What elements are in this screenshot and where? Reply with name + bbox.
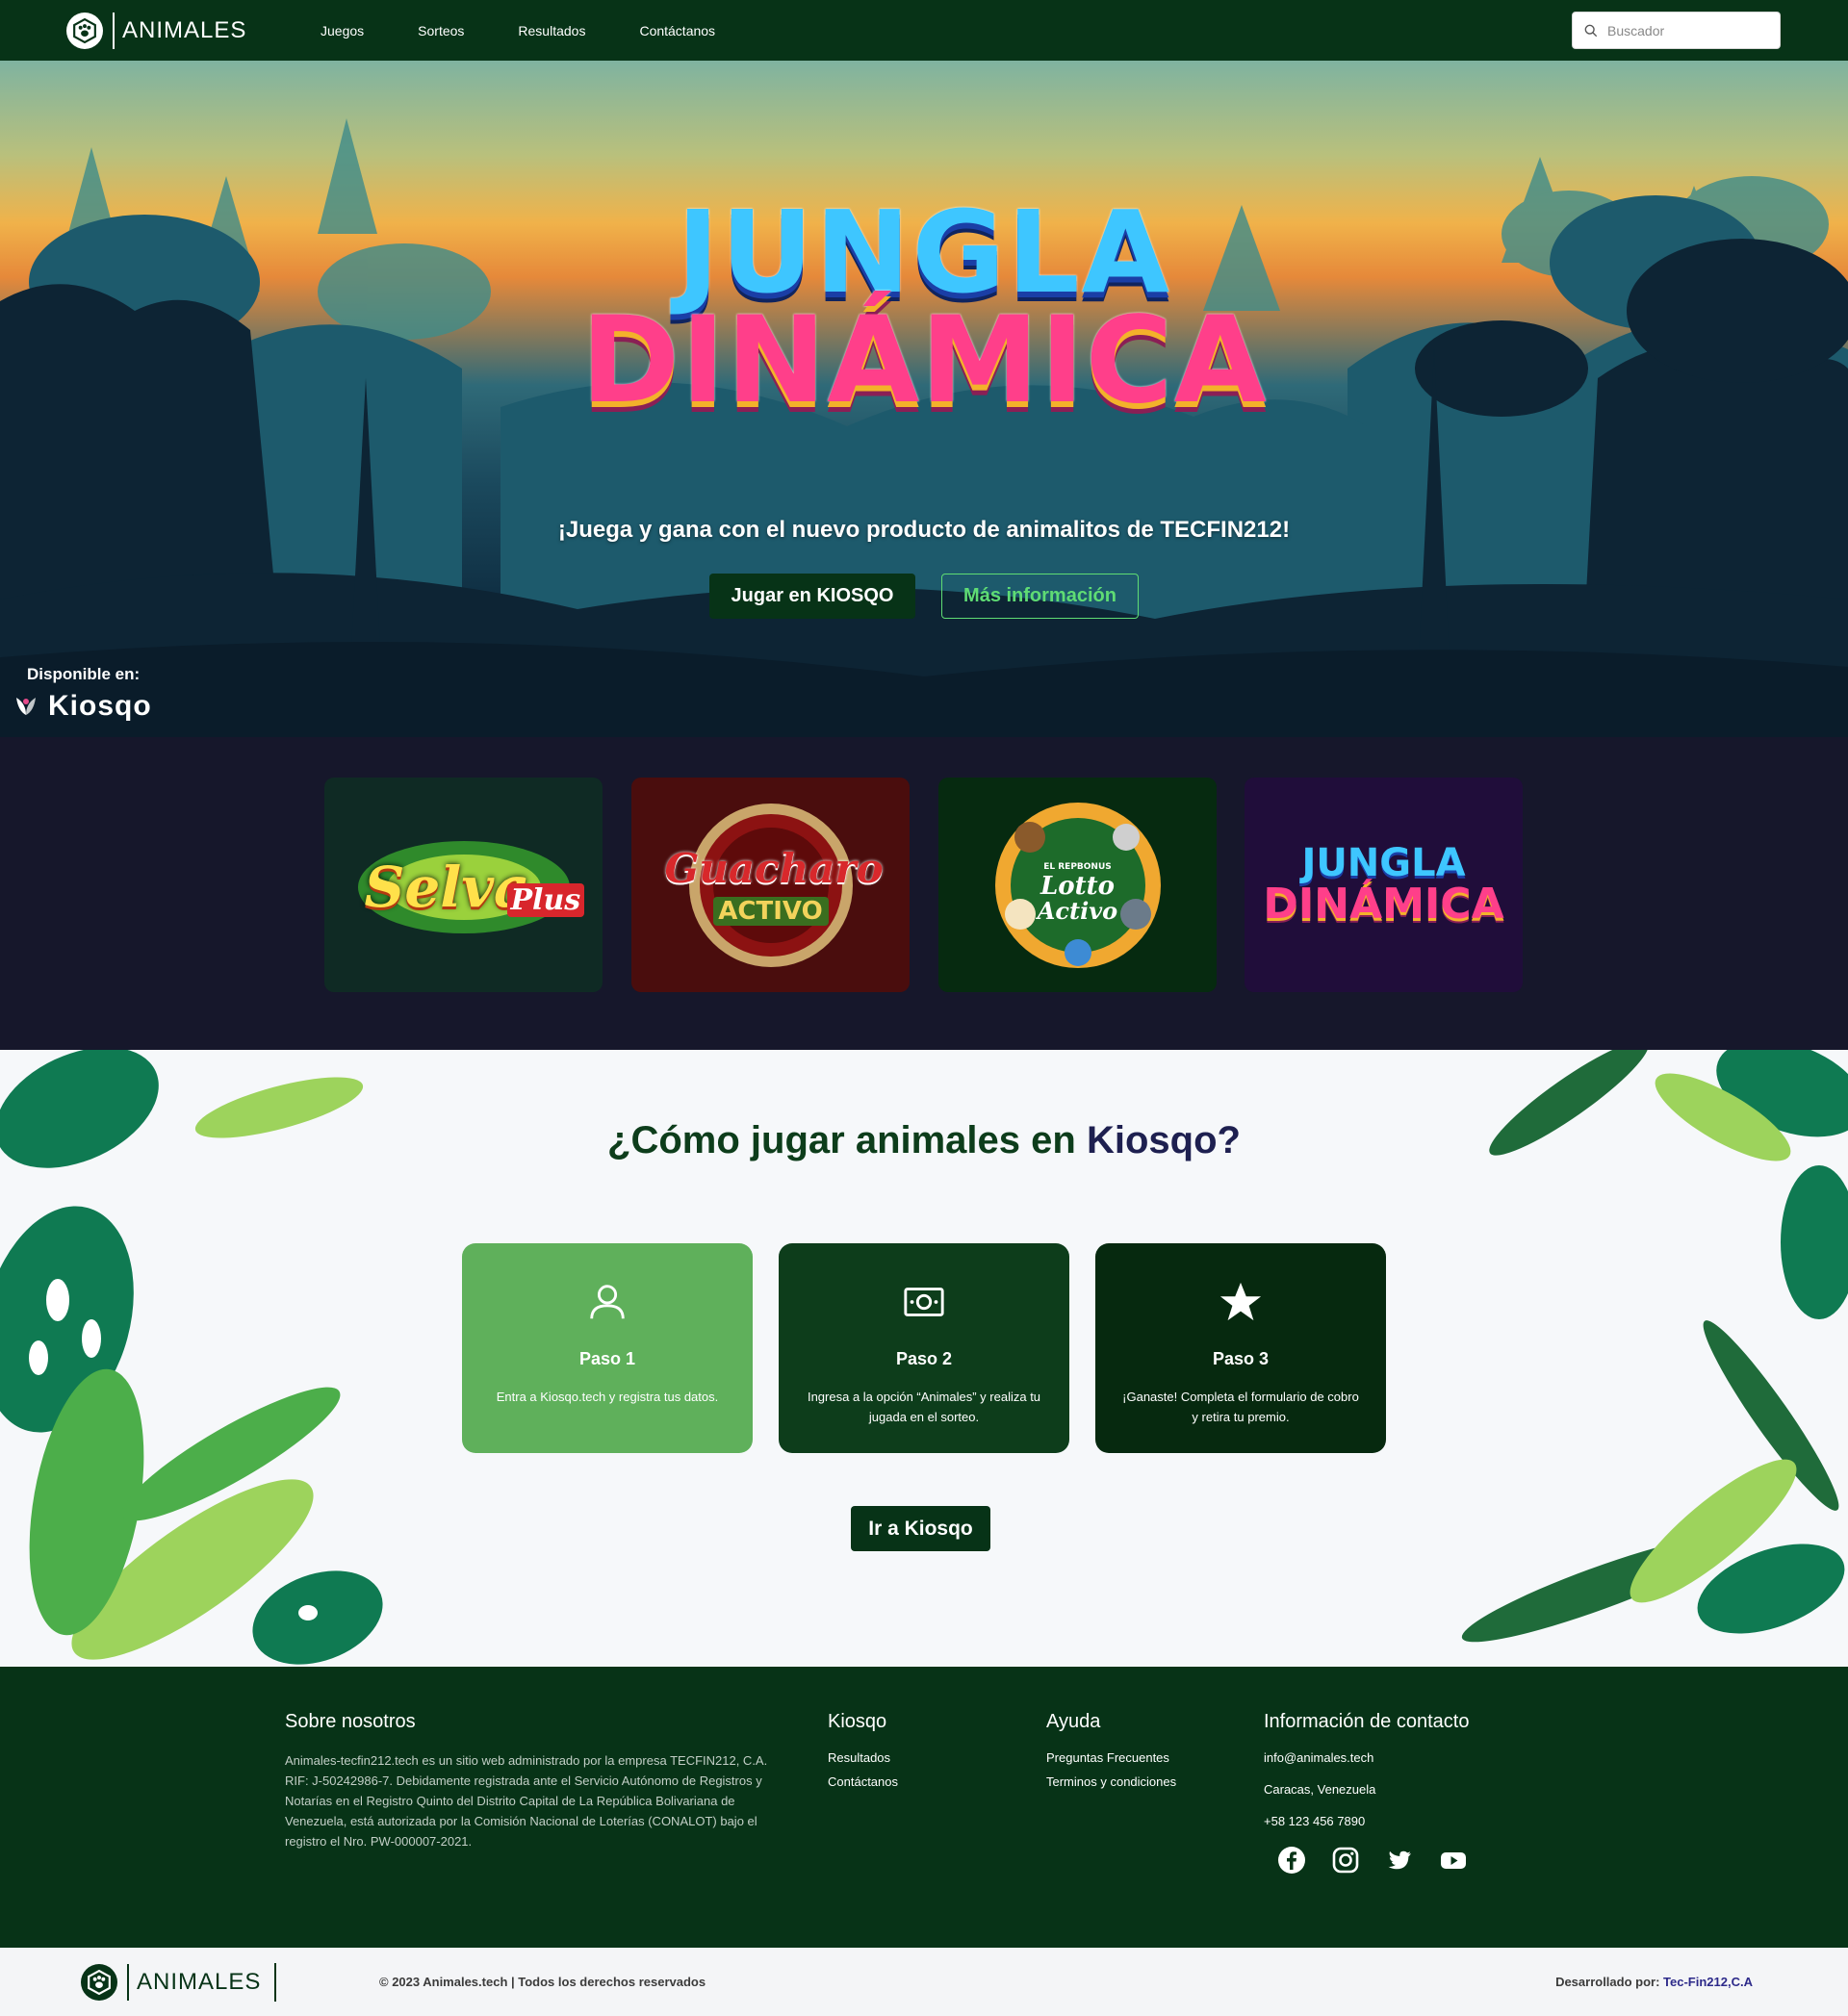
search-icon (1584, 24, 1598, 37)
social-links (1277, 1846, 1493, 1875)
footer-link-terms[interactable]: Terminos y condiciones (1046, 1774, 1176, 1789)
footer: Sobre nosotros Animales-tecfin212.tech e… (0, 1667, 1848, 1948)
step-card-2: Paso 2 Ingresa a la opción “Animales” y … (779, 1243, 1069, 1453)
game-logo-jungla-dinamica: JUNGLA DINÁMICA (1263, 841, 1504, 929)
developer-credit: Desarrollado por: Tec-Fin212,C.A (1555, 1975, 1753, 1989)
youtube-icon[interactable] (1439, 1846, 1468, 1875)
how-to-play-section: ¿Cómo jugar animales en Kiosqo? Paso 1 E… (0, 1050, 1848, 1667)
game-card-jungla-dinamica[interactable]: JUNGLA DINÁMICA (1245, 778, 1523, 992)
footer-link-contactanos[interactable]: Contáctanos (828, 1774, 898, 1789)
footer-help: Ayuda Preguntas Frecuentes Terminos y co… (1046, 1711, 1176, 1799)
footer-contact: Información de contacto info@animales.te… (1264, 1711, 1493, 1875)
brand-end-divider (274, 1963, 277, 2002)
kiosqo-logo-text: Kiosqo (48, 690, 152, 722)
footer-kiosqo: Kiosqo Resultados Contáctanos (828, 1711, 898, 1799)
kiosqo-mark-icon (16, 698, 36, 715)
copyright-text: © 2023 Animales.tech | Todos los derecho… (379, 1975, 706, 1989)
step-card-3: Paso 3 ¡Ganaste! Completa el formulario … (1095, 1243, 1386, 1453)
step-title: Paso 2 (895, 1349, 953, 1368)
step-description: Entra a Kiosqo.tech y registra tus datos… (496, 1390, 719, 1404)
footer-link-resultados[interactable]: Resultados (828, 1750, 898, 1765)
game-logo-lotto-activo: EL REPBONUS Lotto Activo (991, 799, 1165, 972)
step-description: Ingresa a la opción “Animales” y realiza… (807, 1390, 1041, 1424)
developer-label: Desarrollado por: (1555, 1975, 1660, 1989)
game-card-lotto-activo[interactable]: EL REPBONUS Lotto Activo (938, 778, 1217, 992)
kiosqo-logo[interactable]: Kiosqo (13, 690, 152, 723)
contact-email[interactable]: info@animales.tech (1264, 1750, 1493, 1765)
hero-banner: JUNGLA DINÁMICA ¡Juega y gana con el nue… (0, 61, 1848, 737)
nav-link-contactanos[interactable]: Contáctanos (639, 23, 715, 38)
bottom-bar: ANIMALES © 2023 Animales.tech | Todos lo… (0, 1948, 1848, 2016)
brand-name: ANIMALES (122, 17, 247, 43)
bottom-brand-name: ANIMALES (137, 1969, 262, 1995)
footer-about: Sobre nosotros Animales-tecfin212.tech e… (285, 1711, 783, 1851)
games-strip: Selva Plus Guacharo ACTIVO EL REPBONUS L… (0, 737, 1848, 1050)
star-icon (1219, 1282, 1262, 1321)
bottom-brand-logo[interactable]: ANIMALES (81, 1963, 277, 2002)
how-to-title-accent: Kiosqo? (1086, 1119, 1241, 1161)
game-logo-selva-plus: Selva Plus (353, 828, 585, 943)
developer-link[interactable]: Tec-Fin212,C.A (1663, 1975, 1753, 1989)
step-description: ¡Ganaste! Completa el formulario de cobr… (1122, 1390, 1359, 1424)
contact-phone[interactable]: +58 123 456 7890 (1264, 1814, 1493, 1828)
facebook-icon[interactable] (1277, 1846, 1306, 1875)
search-box (1572, 12, 1781, 49)
nav-link-sorteos[interactable]: Sorteos (418, 23, 464, 38)
nav-links: Juegos Sorteos Resultados Contáctanos (321, 0, 769, 61)
footer-link-faq[interactable]: Preguntas Frecuentes (1046, 1750, 1176, 1765)
step-title: Paso 3 (1212, 1349, 1270, 1368)
search-input[interactable] (1607, 22, 1771, 38)
footer-help-title: Ayuda (1046, 1711, 1101, 1732)
instagram-icon[interactable] (1331, 1846, 1360, 1875)
step-card-1: Paso 1 Entra a Kiosqo.tech y registra tu… (462, 1243, 753, 1453)
game-card-selva-plus[interactable]: Selva Plus (324, 778, 603, 992)
user-icon (590, 1285, 625, 1319)
contact-location: Caracas, Venezuela (1264, 1782, 1376, 1797)
hero-title-line2: DINÁMICA (580, 292, 1268, 430)
brand-divider (113, 13, 115, 49)
more-info-button[interactable]: Más información (941, 574, 1139, 619)
brand-logo[interactable]: ANIMALES (66, 12, 246, 50)
game-logo-guacharo: Guacharo ACTIVO (665, 799, 884, 972)
paw-logo-icon (81, 1964, 117, 2001)
game-card-guacharo-activo[interactable]: Guacharo ACTIVO (631, 778, 910, 992)
footer-contact-title: Información de contacto (1264, 1711, 1470, 1732)
how-to-title: ¿Cómo jugar animales en Kiosqo? (607, 1119, 1241, 1161)
nav-link-resultados[interactable]: Resultados (518, 23, 585, 38)
twitter-icon[interactable] (1385, 1846, 1414, 1875)
step-title: Paso 1 (578, 1349, 636, 1368)
hero-tagline: ¡Juega y gana con el nuevo producto de a… (557, 517, 1291, 543)
available-label: Disponible en: (27, 665, 141, 683)
footer-about-title: Sobre nosotros (285, 1711, 416, 1732)
footer-about-text: Animales-tecfin212.tech es un sitio web … (285, 1753, 768, 1849)
nav-link-juegos[interactable]: Juegos (321, 23, 364, 38)
top-navbar: ANIMALES Juegos Sorteos Resultados Contá… (0, 0, 1848, 61)
go-to-kiosqo-button[interactable]: Ir a Kiosqo (851, 1506, 990, 1551)
money-icon (904, 1288, 944, 1316)
brand-divider (127, 1964, 129, 2001)
play-kiosqo-button[interactable]: Jugar en KIOSQO (709, 574, 915, 619)
paw-logo-icon (66, 13, 103, 49)
footer-kiosqo-title: Kiosqo (828, 1711, 887, 1732)
